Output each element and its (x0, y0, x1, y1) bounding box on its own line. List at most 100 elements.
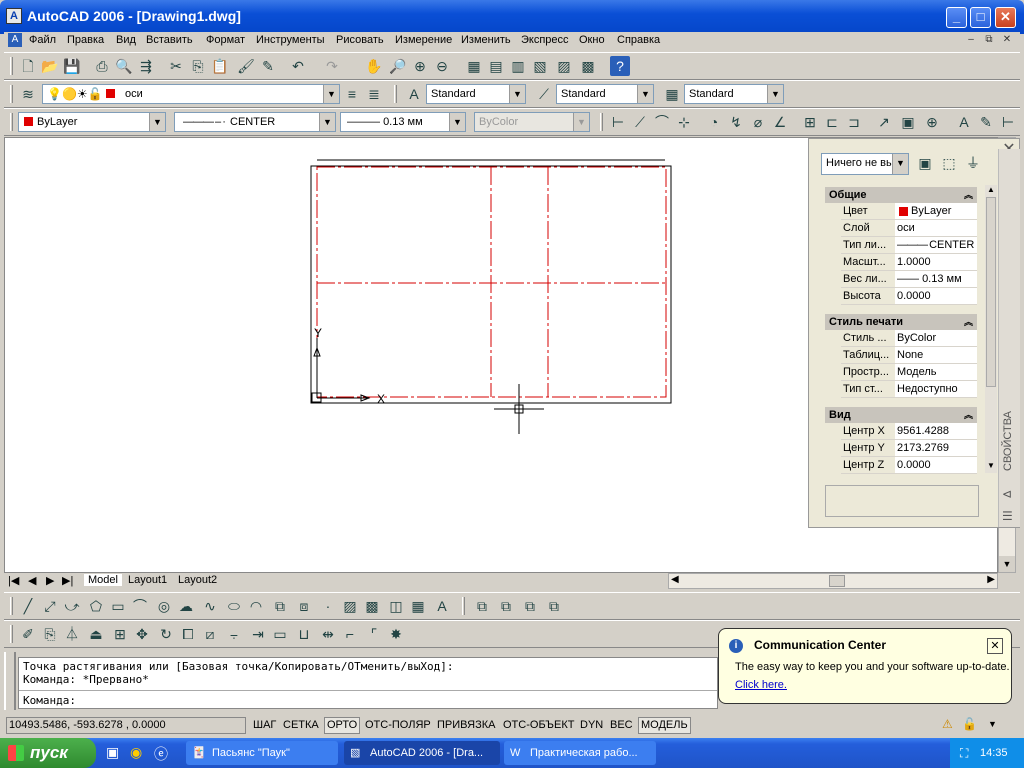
dim-edit-icon[interactable]: A (954, 112, 974, 132)
draworder-front-icon[interactable]: ⧉ (472, 596, 492, 616)
tab-layout1[interactable]: Layout1 (128, 574, 167, 586)
clock[interactable]: 14:35 (980, 747, 1008, 759)
prop-row[interactable]: Масшт... 1.0000 (841, 254, 977, 271)
center-mark-icon[interactable]: ⊕ (922, 112, 942, 132)
dim-baseline-icon[interactable]: ⊏ (822, 112, 842, 132)
redo-icon[interactable]: ↷ (322, 56, 342, 76)
tool-palettes-icon[interactable]: ▥ (508, 56, 528, 76)
layer-combo[interactable]: 💡🟡☀🔓 оси ▼ (42, 84, 340, 104)
prop-row[interactable]: Цвет ByLayer (841, 203, 977, 220)
dim-angular-icon[interactable]: ∠ (770, 112, 790, 132)
construction-line-icon[interactable]: ⤢ (40, 596, 60, 616)
mdi-minimize-button[interactable]: – (964, 34, 978, 47)
make-block-icon[interactable]: ⧈ (294, 596, 314, 616)
polygon-icon[interactable]: ⬠ (86, 596, 106, 616)
calculator-icon[interactable]: ▩ (578, 56, 598, 76)
scroll-left-icon[interactable]: ◀ (671, 574, 679, 585)
toggle-pickadd-icon[interactable]: ▣ (915, 153, 935, 173)
menu-view[interactable]: Вид (116, 34, 136, 46)
start-button[interactable]: пуск (0, 738, 96, 768)
offset-icon[interactable]: ⏏ (86, 624, 106, 644)
prop-row[interactable]: Вес ли... —— 0.13 мм (841, 271, 977, 288)
warning-icon[interactable]: ⚠ (942, 717, 953, 731)
draworder-back-icon[interactable]: ⧉ (496, 596, 516, 616)
palette-scroll-thumb[interactable] (986, 197, 996, 387)
prop-row[interactable]: Центр X 9561.4288 (841, 423, 977, 440)
block-editor-icon[interactable]: ✎ (258, 56, 278, 76)
grid-toggle[interactable]: СЕТКА (280, 717, 322, 734)
rectangle-icon[interactable]: ▭ (108, 596, 128, 616)
mtext-icon[interactable]: A (432, 596, 452, 616)
prop-value[interactable]: 0.0000 (895, 288, 977, 304)
otrack-toggle[interactable]: ОТС-ОБЪЕКТ (500, 717, 578, 734)
menu-window[interactable]: Окно (579, 34, 605, 46)
palette-scrollbar[interactable]: ▲ ▼ (985, 185, 997, 473)
mdi-restore-button[interactable]: ⧉ (982, 34, 996, 47)
section-plot-style[interactable]: Стиль печати ︽ (825, 314, 977, 330)
copy-icon[interactable]: ⎘ (188, 56, 208, 76)
properties-icon[interactable]: ▦ (464, 56, 484, 76)
prop-row[interactable]: Стиль ... ByColor (841, 330, 977, 347)
dim-text-edit-icon[interactable]: ✎ (976, 112, 996, 132)
prop-value[interactable]: ——— CENTER (895, 237, 977, 253)
preview-icon[interactable]: 🔍 (114, 56, 134, 76)
prop-row[interactable]: Простр... Модель (841, 364, 977, 381)
chevron-down-icon[interactable]: ▼ (767, 85, 783, 103)
dim-style-icon[interactable]: ⟋ (534, 84, 554, 104)
revcloud-icon[interactable]: ☁ (176, 596, 196, 616)
menu-file[interactable]: Файл (29, 34, 56, 46)
model-toggle[interactable]: МОДЕЛЬ (638, 717, 691, 734)
draworder-under-icon[interactable]: ⧉ (544, 596, 564, 616)
first-tab-icon[interactable]: |◀ (8, 574, 19, 587)
prop-value[interactable]: —— 0.13 мм (895, 271, 977, 287)
collapse-icon[interactable]: ︽ (964, 314, 973, 330)
tolerance-icon[interactable]: ▣ (898, 112, 918, 132)
cut-icon[interactable]: ✂ (166, 56, 186, 76)
toolbar-grip[interactable] (10, 113, 13, 131)
region-icon[interactable]: ◫ (386, 596, 406, 616)
open-icon[interactable]: 📂 (40, 56, 60, 76)
close-button[interactable]: ✕ (995, 7, 1016, 28)
language-icon[interactable]: ⛶ (960, 738, 968, 768)
dim-linear-icon[interactable]: ⊢ (608, 112, 628, 132)
scroll-up-icon[interactable]: ▲ (985, 185, 997, 197)
selection-combo[interactable]: Ничего не вы ▼ (821, 153, 909, 175)
text-style-icon[interactable]: A (404, 84, 424, 104)
media-player-icon[interactable]: ◉ (130, 744, 142, 761)
prop-value[interactable]: 0.0000 (895, 457, 977, 473)
help-icon[interactable]: ? (610, 56, 630, 76)
chevron-down-icon[interactable]: ▼ (449, 113, 465, 131)
menu-draw[interactable]: Рисовать (336, 34, 384, 46)
chevron-down-icon[interactable]: ▼ (323, 85, 339, 103)
document-icon[interactable]: A (8, 33, 22, 47)
status-menu-icon[interactable]: ▼ (988, 719, 997, 729)
dyn-toggle[interactable]: DYN (577, 717, 607, 734)
text-style-combo[interactable]: Standard ▼ (426, 84, 526, 104)
trim-icon[interactable]: ⨪ (224, 624, 244, 644)
prop-row[interactable]: Центр Y 2173.2769 (841, 440, 977, 457)
prop-value[interactable]: ByLayer (895, 203, 977, 219)
toolbar-grip[interactable] (10, 597, 13, 615)
horizontal-scrollbar[interactable]: ◀ ▶ (668, 573, 998, 589)
select-objects-icon[interactable]: ⬚ (939, 153, 959, 173)
chevron-down-icon[interactable]: ▼ (149, 113, 165, 131)
mdi-close-button[interactable]: ✕ (1000, 34, 1014, 47)
matchprop-icon[interactable]: 🖌 (236, 56, 256, 76)
lineweight-combo[interactable]: ——— 0.13 мм ▼ (340, 112, 466, 132)
menu-help[interactable]: Справка (617, 34, 660, 46)
dim-style-combo[interactable]: Standard ▼ (556, 84, 654, 104)
chevron-down-icon[interactable]: ▼ (509, 85, 525, 103)
table-style-icon[interactable]: ▦ (662, 84, 682, 104)
quick-leader-icon[interactable]: ↗ (874, 112, 894, 132)
prop-value[interactable]: 2173.2769 (895, 440, 977, 456)
explode-icon[interactable]: ✸ (386, 624, 406, 644)
hatch-icon[interactable]: ▨ (340, 596, 360, 616)
prop-value[interactable]: 1.0000 (895, 254, 977, 270)
command-grip[interactable] (4, 652, 16, 710)
lock-icon[interactable]: 🔓 (962, 717, 977, 731)
circle-icon[interactable]: ◎ (154, 596, 174, 616)
line-icon[interactable]: ╱ (18, 596, 38, 616)
draworder-above-icon[interactable]: ⧉ (520, 596, 540, 616)
task-word-document[interactable]: W Практическая рабо... (504, 741, 656, 765)
dim-arclength-icon[interactable]: ⌒ (652, 112, 672, 132)
